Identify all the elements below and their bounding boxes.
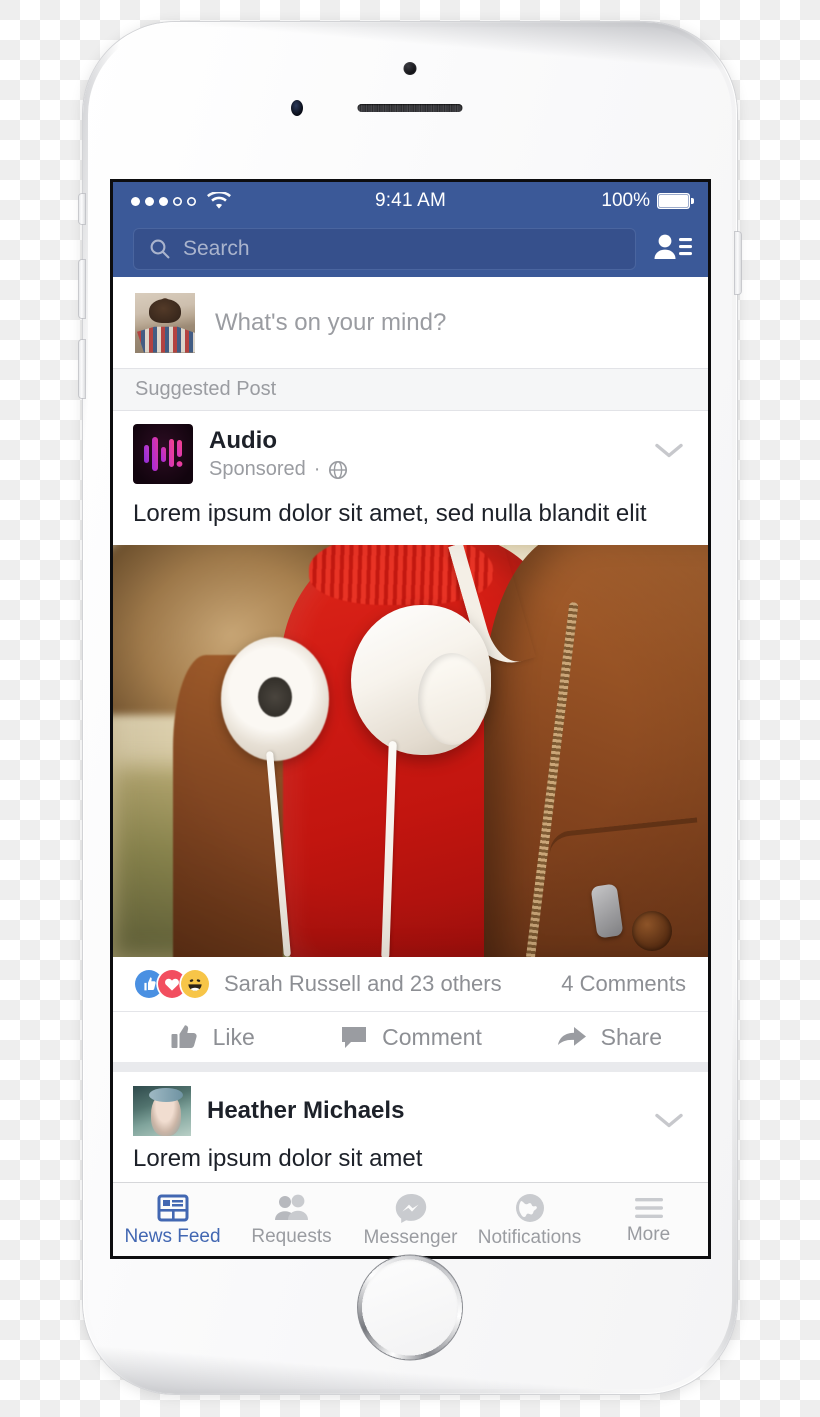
avatar[interactable] xyxy=(133,1086,191,1136)
comment-button-label: Comment xyxy=(382,1023,482,1050)
globe-notifications-icon xyxy=(515,1194,544,1222)
haha-reaction-icon xyxy=(181,970,209,998)
post-options-button[interactable] xyxy=(652,440,686,467)
share-button[interactable]: Share xyxy=(510,1023,708,1051)
phone-screen: 9:41 AM 100% Search What's on your mind?… xyxy=(113,182,708,1256)
friend-requests-icon[interactable] xyxy=(650,232,696,266)
composer-placeholder: What's on your mind? xyxy=(215,308,447,336)
post-header: Audio Sponsored · xyxy=(113,411,708,495)
tab-requests[interactable]: Requests xyxy=(232,1193,351,1246)
share-arrow-icon xyxy=(557,1027,586,1046)
suggested-post-label: Suggested Post xyxy=(135,378,277,400)
post-action-bar: Like Comment Share xyxy=(113,1012,708,1072)
comment-bubble-icon xyxy=(342,1027,367,1048)
news-feed-icon xyxy=(157,1194,188,1222)
status-bar: 9:41 AM 100% xyxy=(113,182,708,220)
tab-more[interactable]: More xyxy=(589,1195,708,1244)
audio-waveform-logo[interactable] xyxy=(133,424,193,484)
friends-icon xyxy=(274,1194,308,1220)
search-placeholder: Search xyxy=(183,236,250,260)
app-nav-bar: Search xyxy=(113,220,708,277)
front-camera-icon xyxy=(291,100,303,116)
tab-requests-label: Requests xyxy=(251,1226,332,1247)
battery-icon xyxy=(657,193,694,209)
tab-messenger[interactable]: Messenger xyxy=(351,1192,470,1247)
globe-icon xyxy=(329,460,348,479)
share-button-label: Share xyxy=(600,1023,662,1050)
tab-more-label: More xyxy=(626,1224,671,1245)
tab-messenger-label: Messenger xyxy=(363,1227,458,1248)
tab-notifications-label: Notifications xyxy=(477,1227,582,1248)
post-photo[interactable] xyxy=(113,545,708,957)
page-name[interactable]: Audio xyxy=(209,427,348,455)
ring-silent-switch[interactable] xyxy=(79,194,85,224)
comment-button[interactable]: Comment xyxy=(311,1023,509,1051)
post-message: Lorem ipsum dolor sit amet, sed nulla bl… xyxy=(133,500,647,527)
tab-notifications[interactable]: Notifications xyxy=(470,1192,589,1247)
post-header: Heather Michaels xyxy=(133,1086,688,1136)
battery-percent-label: 100% xyxy=(601,190,650,211)
like-button-label: Like xyxy=(212,1023,255,1050)
volume-down-button[interactable] xyxy=(79,340,85,398)
battery-fill xyxy=(659,195,688,207)
post-message: Lorem ipsum dolor sit amet xyxy=(133,1145,423,1172)
home-button[interactable] xyxy=(361,1259,459,1356)
search-icon xyxy=(150,239,170,258)
reaction-names[interactable]: Sarah Russell and 23 others xyxy=(224,971,502,997)
suggested-post-label-bar: Suggested Post xyxy=(113,369,708,411)
sponsored-post: Audio Sponsored · Lorem ipsum dolor sit … xyxy=(113,411,708,1072)
chevron-down-icon xyxy=(655,1113,683,1127)
status-composer[interactable]: What's on your mind? xyxy=(113,277,708,369)
like-button[interactable]: Like xyxy=(113,1023,311,1051)
phone-device: 9:41 AM 100% Search What's on your mind?… xyxy=(79,22,741,1394)
thumbs-up-icon xyxy=(171,1025,197,1048)
tab-news-feed-label: News Feed xyxy=(124,1226,221,1247)
reactions-row: Sarah Russell and 23 others 4 Comments xyxy=(113,957,708,1012)
avatar[interactable] xyxy=(135,292,195,353)
post-options-button[interactable] xyxy=(652,1109,686,1136)
comments-count[interactable]: 4 Comments xyxy=(561,971,686,997)
search-input[interactable]: Search xyxy=(133,227,636,270)
proximity-sensor-dot xyxy=(403,62,417,75)
volume-up-button[interactable] xyxy=(79,260,85,318)
power-button[interactable] xyxy=(735,232,741,294)
status-bar-right: 100% xyxy=(601,190,694,212)
messenger-icon xyxy=(395,1194,426,1223)
meta-separator: · xyxy=(313,458,321,481)
sponsored-label: Sponsored xyxy=(209,458,306,481)
post-author-name[interactable]: Heather Michaels xyxy=(207,1097,404,1125)
bottom-tab-bar: News Feed Requests Messenger Notificatio… xyxy=(113,1182,708,1256)
tab-news-feed[interactable]: News Feed xyxy=(113,1193,232,1246)
post-meta: Sponsored · xyxy=(209,458,348,481)
chevron-down-icon xyxy=(655,443,683,458)
feed-post-heather: Heather Michaels Lorem ipsum dolor sit a… xyxy=(113,1072,708,1173)
reaction-icons[interactable] xyxy=(135,970,209,998)
earpiece-speaker xyxy=(357,104,463,112)
hamburger-menu-icon xyxy=(634,1198,663,1218)
